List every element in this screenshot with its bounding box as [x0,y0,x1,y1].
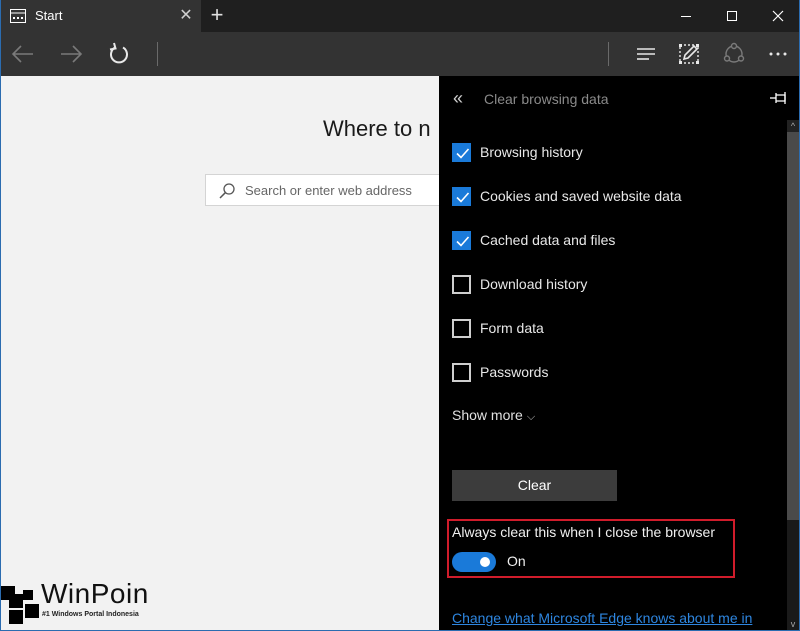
privacy-settings-link[interactable]: Change what Microsoft Edge knows about m… [452,610,752,626]
close-icon [772,10,784,22]
logo-square [9,610,23,624]
title-bar: Start ✕ + [1,0,799,32]
toolbar-separator [157,42,158,66]
logo-tagline: #1 Windows Portal Indonesia [42,611,139,618]
checkbox-checked[interactable] [452,230,471,250]
edge-browser-window: Start ✕ + Where to n Search or enter web… [0,0,800,631]
close-window-button[interactable] [755,0,799,32]
tab-close-icon[interactable]: ✕ [177,7,195,25]
clear-button[interactable]: Clear [452,470,617,501]
scroll-up-icon[interactable]: ^ [787,120,799,132]
search-icon [219,183,235,199]
refresh-button[interactable] [105,40,133,68]
hub-icon [637,48,655,60]
checkmark-icon [456,191,470,203]
option-checkbox-row[interactable]: Download history [452,273,587,295]
scroll-down-icon[interactable]: v [787,618,799,630]
toggle-state-label: On [507,553,526,569]
show-more-label: Show more [452,407,523,423]
show-more-link[interactable]: Show more ⌵ [452,407,535,424]
new-tab-button[interactable]: + [206,4,228,27]
option-checkbox-row[interactable]: Cached data and files [452,229,615,251]
more-button[interactable] [765,40,793,68]
checkbox-checked[interactable] [452,142,471,162]
winpoin-watermark: WinPoin #1 Windows Portal Indonesia [1,578,161,628]
forward-button[interactable] [57,40,85,68]
share-button[interactable] [720,40,748,68]
start-page-icon [10,9,26,23]
share-icon [723,42,745,63]
logo-square [25,604,39,618]
option-label: Browsing history [480,144,583,160]
option-label: Download history [480,276,588,292]
search-placeholder: Search or enter web address [245,183,412,198]
web-note-button[interactable] [675,40,703,68]
toggle-knob [480,557,490,567]
chevron-down-icon: ⌵ [526,411,536,423]
back-button[interactable] [9,40,37,68]
back-chevron-icon[interactable]: « [453,88,471,108]
start-page: Where to n Search or enter web address [1,76,465,630]
option-checkbox-row[interactable]: Form data [452,317,544,339]
web-note-icon [679,44,699,64]
start-headline: Where to n [323,116,431,141]
panel-title: Clear browsing data [484,91,609,107]
tab-start[interactable]: Start ✕ [1,0,201,32]
option-label: Cached data and files [480,232,616,248]
hub-button[interactable] [632,40,660,68]
option-label: Cookies and saved website data [480,188,682,204]
back-arrow-icon [11,45,33,63]
option-label: Passwords [480,364,549,380]
checkbox-unchecked[interactable] [452,318,471,338]
option-label: Form data [480,320,544,336]
search-input[interactable]: Search or enter web address [205,174,465,206]
checkbox-unchecked[interactable] [452,274,471,294]
panel-scrollbar[interactable]: ^ v [787,120,799,630]
toolbar-separator [608,42,609,66]
checkmark-icon [456,147,470,159]
checkmark-icon [456,235,470,247]
forward-arrow-icon [61,45,83,63]
option-checkbox-row[interactable]: Cookies and saved website data [452,185,682,207]
maximize-button[interactable] [709,0,755,32]
navigation-toolbar [1,32,799,76]
checkbox-checked[interactable] [452,186,471,206]
logo-square [9,594,23,608]
clear-browsing-data-panel: « Clear browsing data Browsing history Co… [439,76,799,630]
scrollbar-thumb[interactable] [787,132,799,520]
pin-icon[interactable] [769,90,789,106]
logo-square [23,590,33,600]
maximize-icon [727,11,737,21]
logo-brand: WinPoin [41,578,149,609]
checkbox-unchecked[interactable] [452,362,471,382]
minimize-icon [681,16,691,17]
minimize-button[interactable] [663,0,709,32]
more-icon [769,52,787,56]
option-checkbox-row[interactable]: Browsing history [452,141,583,163]
always-clear-label: Always clear this when I close the brows… [452,524,715,540]
always-clear-toggle[interactable] [452,552,496,572]
tab-title: Start [35,8,63,23]
option-checkbox-row[interactable]: Passwords [452,361,548,383]
refresh-icon [109,42,128,64]
